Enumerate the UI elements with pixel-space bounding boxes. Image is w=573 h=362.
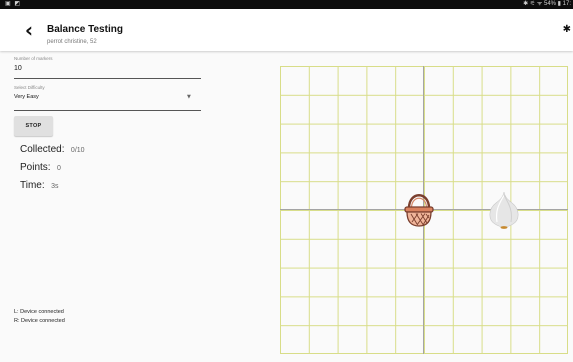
stop-button[interactable]: STOP [14, 116, 53, 136]
difficulty-select[interactable]: Very Easy [14, 94, 39, 100]
difficulty-field-label: Select Difficulty [14, 85, 45, 90]
arrow-back-icon[interactable]: ‹ [18, 19, 40, 41]
time-value: 3s [51, 183, 59, 190]
collected-value: 0/10 [70, 147, 85, 154]
chevron-down-icon[interactable]: ▼ [187, 94, 191, 100]
markers-input[interactable]: 10 [14, 65, 22, 72]
basket-icon [404, 194, 434, 227]
markers-input-underline [14, 78, 201, 79]
notification-icons: ▣ ◩ [5, 1, 22, 7]
time-label: Time: [20, 180, 45, 191]
system-status: ✱ ⚟ ᯤ 54% ▮ 17: [523, 1, 571, 7]
difficulty-select-underline [14, 110, 201, 111]
right-device-status: R: Device connected [14, 318, 65, 324]
garlic-icon [489, 191, 519, 229]
collected-label: Collected: [20, 144, 65, 155]
markers-field-label: Number of markers [14, 56, 53, 61]
page-subtitle: perrot christine, 52 [47, 39, 97, 45]
bluetooth-icon[interactable]: ✱ [563, 24, 571, 35]
left-device-status: L: Device connected [14, 309, 64, 315]
points-stat: Points: 0 [20, 157, 61, 175]
status-bar: ▣ ◩ ✱ ⚟ ᯤ 54% ▮ 17: [0, 0, 573, 9]
points-label: Points: [20, 162, 51, 173]
time-stat: Time: 3s [20, 175, 59, 193]
collected-stat: Collected: 0/10 [20, 139, 85, 157]
game-grid [280, 66, 568, 354]
points-value: 0 [57, 165, 61, 172]
app-bar: ‹ Balance Testing perrot christine, 52 ✱ [0, 9, 573, 51]
page-title: Balance Testing [47, 24, 123, 35]
